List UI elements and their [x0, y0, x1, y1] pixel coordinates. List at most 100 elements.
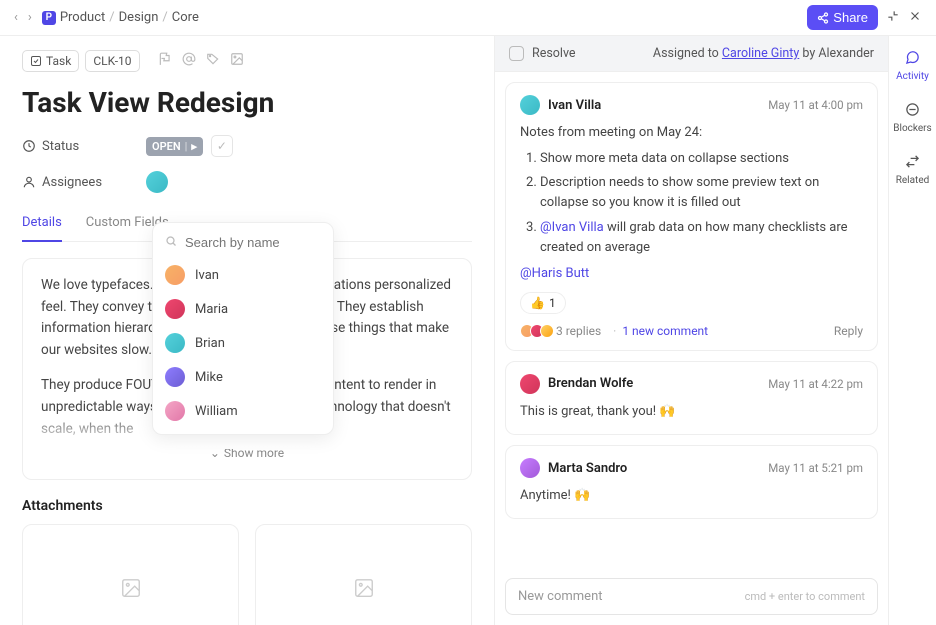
thumbs-up-icon: 👍 [530, 296, 545, 310]
comment-card: Marta Sandro May 11 at 5:21 pm Anytime! … [505, 445, 878, 519]
assigned-text: Assigned to Caroline Ginty by Alexander [653, 46, 874, 61]
assignee-option[interactable]: Ivan [153, 258, 333, 292]
assignee-option-list: Ivan Maria Brian Mike William [153, 258, 333, 428]
status-chip[interactable]: OPEN | ▸ [146, 137, 203, 156]
close-icon[interactable] [908, 9, 922, 27]
comment-time: May 11 at 4:22 pm [768, 377, 863, 391]
status-label: Status [22, 139, 132, 154]
topbar-left: ‹ › P Product / Design / Core [14, 10, 199, 25]
breadcrumb-sep: / [162, 10, 167, 25]
rail-blockers[interactable]: Blockers [889, 98, 936, 138]
attachments-heading: Attachments [22, 498, 472, 514]
status-row: Status OPEN | ▸ ✓ [22, 135, 472, 157]
avatar [165, 299, 185, 319]
attachments-row [22, 524, 472, 625]
task-id-chip[interactable]: CLK-10 [85, 50, 139, 72]
comment-body: Anytime! 🙌 [520, 486, 863, 506]
comment-body: This is great, thank you! 🙌 [520, 402, 863, 422]
resolve-checkbox[interactable] [509, 46, 524, 61]
topbar-right: Share [807, 5, 922, 30]
right-rail: Activity Blockers Related [888, 36, 936, 625]
comment-author: Brendan Wolfe [548, 376, 633, 391]
new-comment-link[interactable]: 1 new comment [607, 324, 708, 338]
main-content: Task CLK-10 Task View Redesign Status [0, 36, 494, 625]
replies-row: 3 replies 1 new comment Reply [520, 324, 863, 338]
person-icon [22, 175, 36, 189]
comment-author: Marta Sandro [548, 461, 627, 476]
blocked-icon [905, 102, 920, 121]
list-item: Description needs to show some preview t… [540, 173, 863, 213]
breadcrumb-icon: P [42, 11, 56, 25]
top-bar: ‹ › P Product / Design / Core Share [0, 0, 936, 36]
comment-time: May 11 at 4:00 pm [768, 98, 863, 112]
status-icon [22, 139, 36, 153]
flag-icon[interactable] [158, 52, 172, 70]
complete-checkbox[interactable]: ✓ [211, 135, 233, 157]
page-title: Task View Redesign [22, 86, 472, 119]
resolve-bar: Resolve Assigned to Caroline Ginty by Al… [495, 36, 888, 72]
mention-icon[interactable] [182, 52, 196, 70]
assigned-user-link[interactable]: Caroline Ginty [722, 46, 799, 61]
assignee-search-row [153, 231, 333, 258]
comment-card: Brendan Wolfe May 11 at 4:22 pm This is … [505, 361, 878, 435]
reaction-chip[interactable]: 👍 1 [520, 292, 566, 314]
new-comment-input[interactable]: New comment cmd + enter to comment [505, 578, 878, 615]
avatar [540, 324, 554, 338]
avatar [520, 458, 540, 478]
share-icon [817, 12, 829, 24]
image-icon[interactable] [230, 52, 244, 70]
breadcrumb-item[interactable]: Core [172, 10, 199, 25]
task-type-chip[interactable]: Task [22, 50, 79, 72]
new-comment-hint: cmd + enter to comment [745, 590, 865, 603]
resolve-label: Resolve [532, 46, 576, 61]
reply-button[interactable]: Reply [834, 324, 863, 338]
assignees-label: Assignees [22, 175, 132, 190]
rail-related[interactable]: Related [889, 150, 936, 190]
avatar [520, 374, 540, 394]
avatar [165, 401, 185, 421]
tab-details[interactable]: Details [22, 207, 62, 242]
assignee-option[interactable]: William [153, 394, 333, 428]
list-item: Show more meta data on collapse sections [540, 149, 863, 169]
rail-activity[interactable]: Activity [889, 46, 936, 86]
breadcrumb-item[interactable]: Product [60, 10, 105, 25]
breadcrumb-item[interactable]: Design [119, 10, 159, 25]
image-icon [120, 577, 142, 599]
image-icon [353, 577, 375, 599]
task-icon [30, 55, 42, 67]
task-chip-row: Task CLK-10 [22, 50, 472, 72]
replies-count[interactable]: 3 replies [556, 324, 601, 338]
chat-icon [905, 50, 920, 69]
comment-time: May 11 at 5:21 pm [768, 461, 863, 475]
chevron-right-icon: ▸ [191, 140, 197, 153]
activity-panel: Resolve Assigned to Caroline Ginty by Al… [494, 36, 888, 625]
share-button[interactable]: Share [807, 5, 878, 30]
avatar [520, 95, 540, 115]
avatar [165, 333, 185, 353]
mention[interactable]: @Ivan Villa [540, 220, 604, 235]
new-comment-placeholder: New comment [518, 589, 603, 604]
breadcrumb-sep: / [109, 10, 114, 25]
comment-author: Ivan Villa [548, 98, 601, 113]
tag-icon[interactable] [206, 52, 220, 70]
attachment-placeholder[interactable] [255, 524, 472, 625]
search-icon [165, 235, 177, 250]
assignee-option[interactable]: Brian [153, 326, 333, 360]
assignees-row: Assignees [22, 171, 472, 193]
minimize-icon[interactable] [886, 9, 900, 27]
attachment-placeholder[interactable] [22, 524, 239, 625]
nav-forward-icon[interactable]: › [28, 10, 32, 25]
assignee-search-input[interactable] [185, 235, 361, 250]
avatar [165, 265, 185, 285]
assignee-option[interactable]: Maria [153, 292, 333, 326]
list-item: @Ivan Villa will grab data on how many c… [540, 218, 863, 258]
main-layout: Task CLK-10 Task View Redesign Status [0, 36, 936, 625]
nav-back-icon[interactable]: ‹ [14, 10, 18, 25]
avatar [165, 367, 185, 387]
breadcrumb: P Product / Design / Core [42, 10, 199, 25]
related-icon [905, 154, 920, 173]
assignee-avatar[interactable] [146, 171, 168, 193]
comment-list: Ivan Villa May 11 at 4:00 pm Notes from … [495, 72, 888, 578]
assignee-option[interactable]: Mike [153, 360, 333, 394]
mention[interactable]: @Haris Butt [520, 266, 589, 281]
